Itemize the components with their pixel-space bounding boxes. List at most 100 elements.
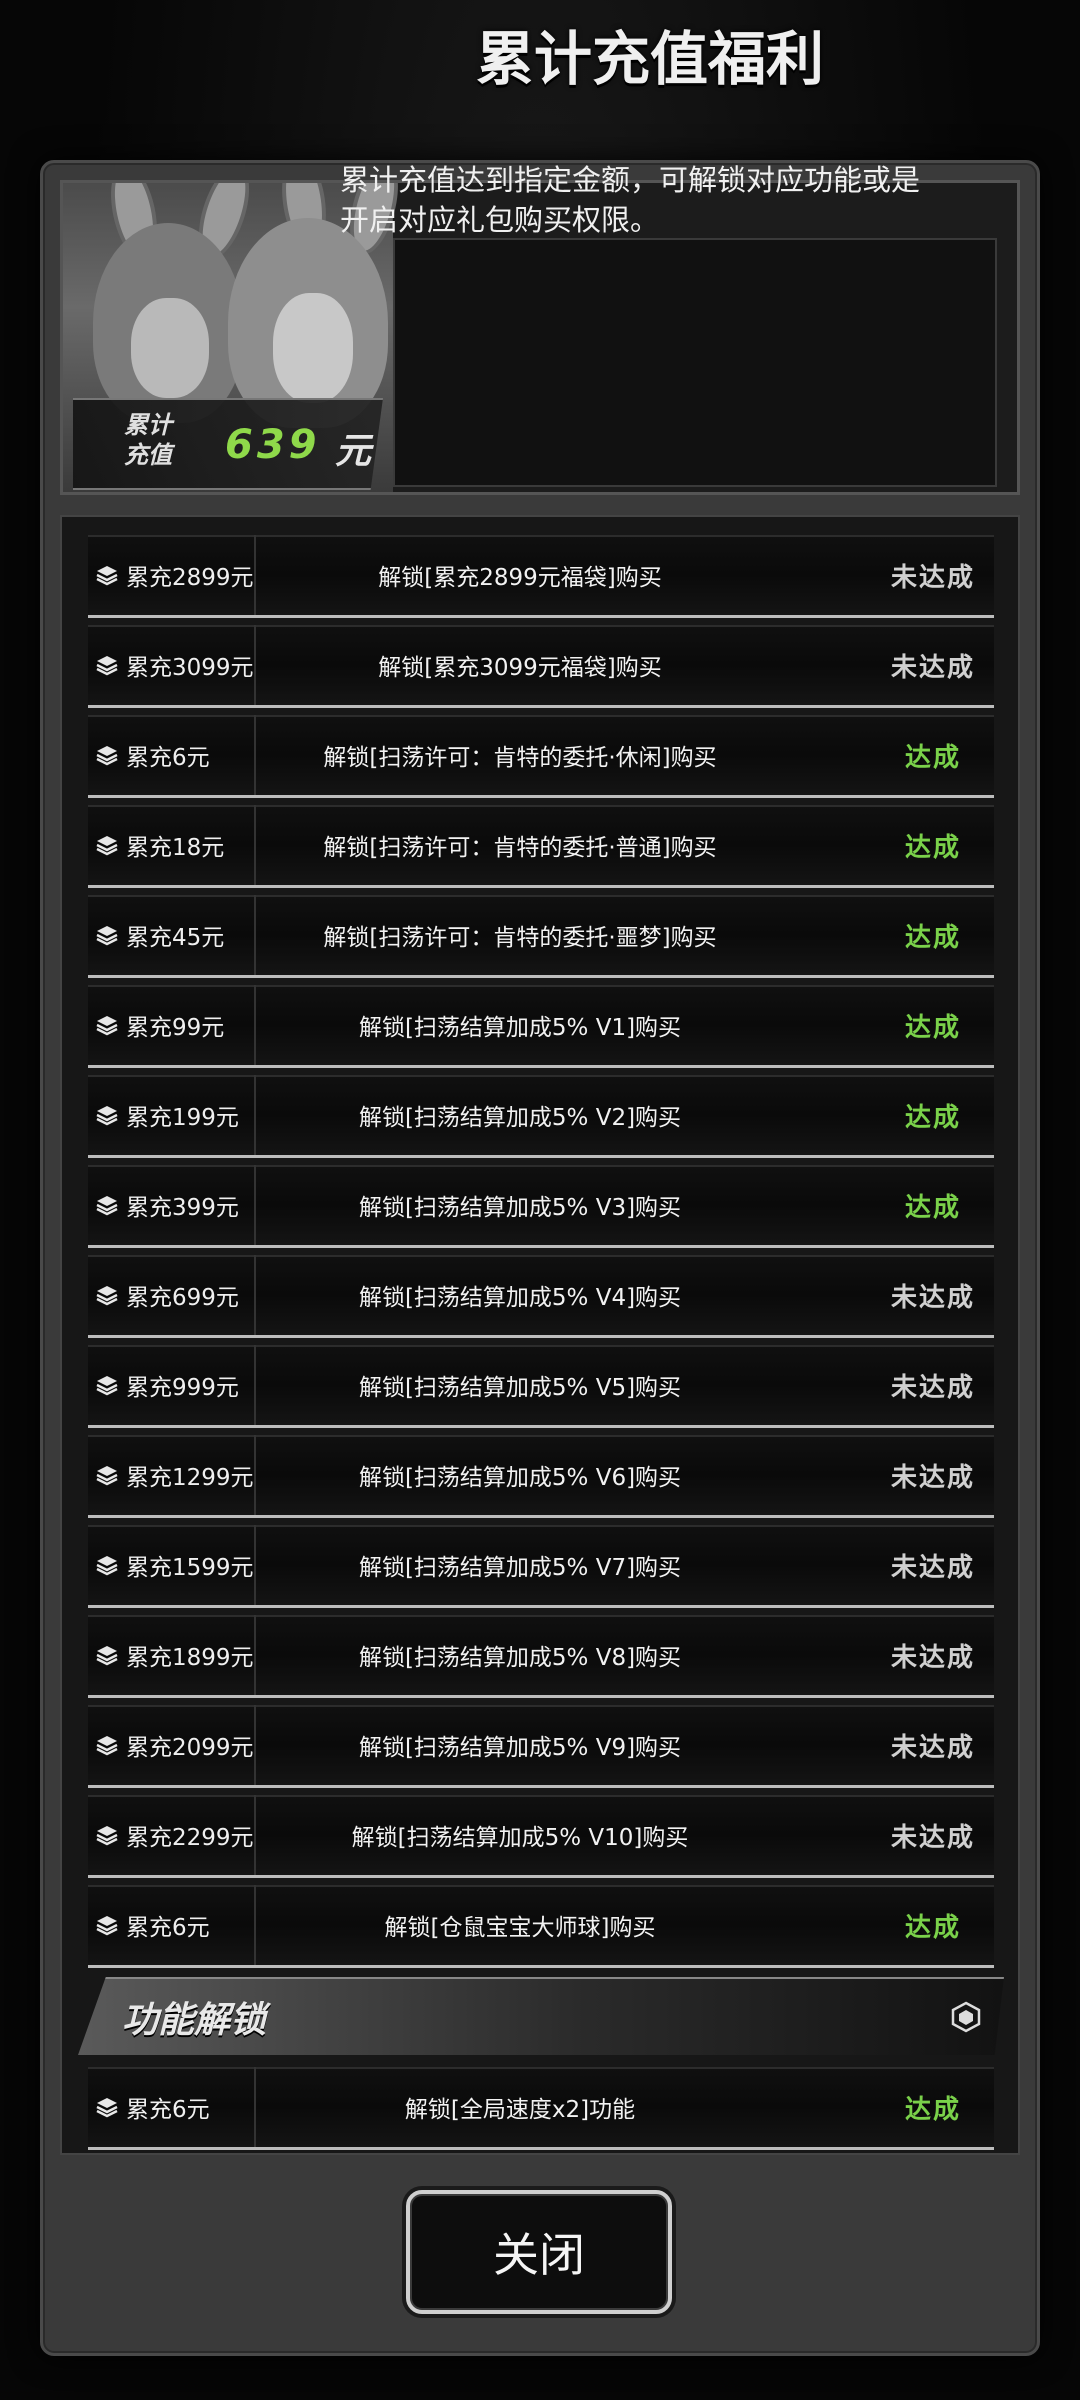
reward-text: 解锁[扫荡结算加成5% V4]购买: [358, 1285, 682, 1311]
reward-row: 累充2899元 解锁[累充2899元福袋]购买 未达成: [88, 535, 994, 618]
layers-icon: [94, 1552, 120, 1578]
layers-icon: [94, 1732, 120, 1758]
condition-text: 累充1599元: [126, 1555, 254, 1581]
condition-text: 累充6元: [126, 2097, 210, 2123]
condition-cell: 累充399元: [94, 1165, 256, 1245]
status-label: 未达成: [890, 1372, 975, 1403]
layers-icon: [94, 1462, 120, 1488]
condition-text: 累充999元: [126, 1375, 239, 1401]
condition-text: 累充699元: [126, 1285, 239, 1311]
status-label: 未达成: [890, 1552, 975, 1583]
reward-list[interactable]: 累充2899元 解锁[累充2899元福袋]购买 未达成 累充3099元 解锁[累充309…: [60, 515, 1020, 2155]
status-label: 达成: [904, 1192, 961, 1223]
reward-text: 解锁[扫荡结算加成5% V2]购买: [358, 1105, 682, 1131]
condition-cell: 累充6元: [94, 1885, 256, 1965]
reward-row: 累充99元 解锁[扫荡结算加成5% V1]购买 达成: [88, 985, 994, 1068]
condition-text: 累充2899元: [126, 565, 254, 591]
condition-cell: 累充999元: [94, 1345, 256, 1425]
layers-icon: [94, 1192, 120, 1218]
condition-text: 累充2299元: [126, 1825, 254, 1851]
layers-icon: [94, 1642, 120, 1668]
reward-row: 累充6元 解锁[仓鼠宝宝大师球]购买 达成: [88, 1885, 994, 1968]
condition-cell: 累充2099元: [94, 1705, 256, 1785]
total-recharge-unit: 元: [335, 431, 372, 472]
reward-text: 解锁[扫荡结算加成5% V9]购买: [358, 1735, 682, 1761]
layers-icon: [94, 1912, 120, 1938]
condition-text: 累充2099元: [126, 1735, 254, 1761]
reward-row: 累充1599元 解锁[扫荡结算加成5% V7]购买 未达成: [88, 1525, 994, 1608]
condition-cell: 累充1299元: [94, 1435, 256, 1515]
condition-cell: 累充2899元: [94, 535, 256, 615]
layers-icon: [94, 2094, 120, 2120]
condition-text: 累充6元: [126, 1915, 210, 1941]
section-title: 功能解锁: [122, 2000, 267, 2041]
reward-row: 累充999元 解锁[扫荡结算加成5% V5]购买 未达成: [88, 1345, 994, 1428]
reward-row: 累充699元 解锁[扫荡结算加成5% V4]购买 未达成: [88, 1255, 994, 1338]
reward-row: 累充399元 解锁[扫荡结算加成5% V3]购买 达成: [88, 1165, 994, 1248]
status-label: 未达成: [890, 1462, 975, 1493]
condition-cell: 累充3099元: [94, 625, 256, 705]
layers-icon: [94, 562, 120, 588]
status-label: 达成: [904, 742, 961, 773]
reward-text: 解锁[扫荡许可：肯特的委托·休闲]购买: [323, 745, 717, 771]
status-label: 达成: [904, 832, 961, 863]
condition-text: 累充1899元: [126, 1645, 254, 1671]
total-label-line2: 充值: [124, 441, 172, 469]
condition-text: 累充45元: [126, 925, 225, 951]
condition-text: 累充6元: [126, 745, 210, 771]
status-label: 未达成: [890, 562, 975, 593]
reward-text: 解锁[扫荡结算加成5% V3]购买: [358, 1195, 682, 1221]
layers-icon: [94, 1102, 120, 1128]
condition-cell: 累充199元: [94, 1075, 256, 1155]
close-button[interactable]: 关闭: [406, 2190, 672, 2314]
reward-text: 解锁[仓鼠宝宝大师球]购买: [384, 1915, 656, 1941]
status-label: 未达成: [890, 652, 975, 683]
total-recharge-value: 639: [225, 422, 321, 468]
condition-text: 累充3099元: [126, 655, 254, 681]
layers-icon: [94, 1282, 120, 1308]
status-label: 达成: [904, 2094, 961, 2125]
condition-cell: 累充6元: [94, 715, 256, 795]
reward-text: 解锁[扫荡结算加成5% V7]购买: [358, 1555, 682, 1581]
reward-row: 累充2099元 解锁[扫荡结算加成5% V9]购买 未达成: [88, 1705, 994, 1788]
reward-text: 解锁[扫荡结算加成5% V8]购买: [358, 1645, 682, 1671]
reward-row: 累充1299元 解锁[扫荡结算加成5% V6]购买 未达成: [88, 1435, 994, 1518]
status-label: 未达成: [890, 1732, 975, 1763]
status-label: 达成: [904, 1912, 961, 1943]
reward-text: 解锁[扫荡结算加成5% V6]购买: [358, 1465, 682, 1491]
layers-icon: [94, 1372, 120, 1398]
reward-row: 累充45元 解锁[扫荡许可：肯特的委托·噩梦]购买 达成: [88, 895, 994, 978]
page-title: 累计充值福利: [475, 25, 824, 93]
status-label: 未达成: [890, 1822, 975, 1853]
reward-row: 累充1899元 解锁[扫荡结算加成5% V8]购买 未达成: [88, 1615, 994, 1698]
condition-cell: 累充99元: [94, 985, 256, 1065]
reward-text: 解锁[累充3099元福袋]购买: [378, 655, 662, 681]
condition-cell: 累充1599元: [94, 1525, 256, 1605]
condition-cell: 累充45元: [94, 895, 256, 975]
reward-text: 解锁[扫荡许可：肯特的委托·普通]购买: [323, 835, 717, 861]
status-label: 达成: [904, 1102, 961, 1133]
status-label: 达成: [904, 1012, 961, 1043]
condition-text: 累充18元: [126, 835, 225, 861]
total-recharge-label: 累计 充值: [93, 410, 203, 470]
reward-text: 解锁[累充2899元福袋]购买: [378, 565, 662, 591]
reward-text: 解锁[扫荡许可：肯特的委托·噩梦]购买: [323, 925, 717, 951]
status-label: 达成: [904, 922, 961, 953]
status-label: 未达成: [890, 1282, 975, 1313]
condition-cell: 累充1899元: [94, 1615, 256, 1695]
reward-text: 解锁[扫荡结算加成5% V5]购买: [358, 1375, 682, 1401]
reward-row: 累充6元 解锁[全局速度x2]功能 达成: [88, 2067, 994, 2150]
layers-icon: [94, 1012, 120, 1038]
hexagon-icon: [950, 2001, 982, 2033]
page-description: 累计充值达到指定金额，可解锁对应功能或是开启对应礼包购买权限。: [340, 163, 921, 237]
reward-text: 解锁[全局速度x2]功能: [404, 2097, 636, 2123]
reward-row: 累充18元 解锁[扫荡许可：肯特的委托·普通]购买 达成: [88, 805, 994, 888]
total-label-line1: 累计: [124, 411, 172, 439]
condition-cell: 累充699元: [94, 1255, 256, 1335]
reward-row: 累充199元 解锁[扫荡结算加成5% V2]购买 达成: [88, 1075, 994, 1158]
reward-text: 解锁[扫荡结算加成5% V1]购买: [358, 1015, 682, 1041]
layers-icon: [94, 832, 120, 858]
total-recharge-box: 累计 充值 639 元: [73, 398, 383, 490]
condition-cell: 累充18元: [94, 805, 256, 885]
condition-text: 累充399元: [126, 1195, 239, 1221]
